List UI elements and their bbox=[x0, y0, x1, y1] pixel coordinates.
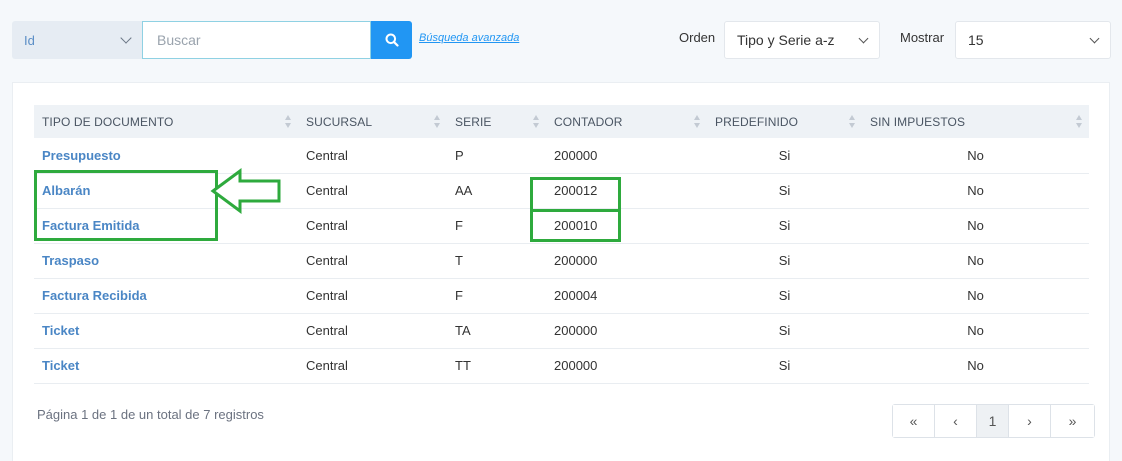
search-field-select[interactable]: Id bbox=[12, 21, 142, 59]
branch-cell: Central bbox=[298, 348, 447, 384]
default-cell: Si bbox=[707, 278, 862, 314]
arrow-left-icon bbox=[210, 168, 281, 214]
document-type-link[interactable]: Traspaso bbox=[34, 243, 298, 279]
default-cell: Si bbox=[707, 138, 862, 174]
search-field-value: Id bbox=[24, 32, 35, 48]
table-header-row: TIPO DE DOCUMENTO SUCURSAL SERIE CONTADO… bbox=[34, 105, 1089, 138]
branch-cell: Central bbox=[298, 208, 447, 244]
tax-free-cell: No bbox=[862, 243, 1089, 279]
order-select[interactable]: Tipo y Serie a-z bbox=[724, 21, 880, 59]
sort-icon bbox=[285, 115, 292, 128]
document-type-link[interactable]: Ticket bbox=[34, 348, 298, 384]
pagination: « ‹ 1 › » bbox=[892, 404, 1095, 438]
search-icon bbox=[385, 33, 399, 47]
branch-cell: Central bbox=[298, 278, 447, 314]
sort-icon bbox=[694, 115, 701, 128]
tax-free-cell: No bbox=[862, 208, 1089, 244]
series-cell: T bbox=[447, 243, 546, 279]
branch-cell: Central bbox=[298, 243, 447, 279]
page-size-value: 15 bbox=[968, 32, 984, 48]
table-row: Ticket Central TT 200000 Si No bbox=[34, 348, 1089, 384]
search-input[interactable] bbox=[142, 21, 371, 59]
column-header-default[interactable]: PREDEFINIDO bbox=[707, 105, 862, 138]
tax-free-cell: No bbox=[862, 138, 1089, 174]
counter-cell: 200000 bbox=[546, 138, 707, 174]
pagination-summary: Página 1 de 1 de un total de 7 registros bbox=[37, 407, 264, 422]
tax-free-cell: No bbox=[862, 278, 1089, 314]
default-cell: Si bbox=[707, 243, 862, 279]
counter-cell: 200000 bbox=[546, 348, 707, 384]
tax-free-cell: No bbox=[862, 348, 1089, 384]
page-1-button[interactable]: 1 bbox=[977, 405, 1009, 437]
page-size-select[interactable]: 15 bbox=[955, 21, 1111, 59]
tax-free-cell: No bbox=[862, 313, 1089, 349]
order-label: Orden bbox=[679, 30, 716, 45]
sort-icon bbox=[1076, 115, 1083, 128]
column-header-counter[interactable]: CONTADOR bbox=[546, 105, 707, 138]
default-cell: Si bbox=[707, 208, 862, 244]
document-type-link[interactable]: Factura Recibida bbox=[34, 278, 298, 314]
column-header-series[interactable]: SERIE bbox=[447, 105, 546, 138]
sort-icon bbox=[533, 115, 540, 128]
counter-cell: 200000 bbox=[546, 243, 707, 279]
column-header-branch[interactable]: SUCURSAL bbox=[298, 105, 447, 138]
default-cell: Si bbox=[707, 348, 862, 384]
series-cell: TA bbox=[447, 313, 546, 349]
last-page-button[interactable]: » bbox=[1051, 405, 1094, 437]
column-header-document-type[interactable]: TIPO DE DOCUMENTO bbox=[34, 105, 298, 138]
tax-free-cell: No bbox=[862, 173, 1089, 209]
table-row: Factura Recibida Central F 200004 Si No bbox=[34, 278, 1089, 314]
annotation-box-document-types bbox=[34, 170, 218, 241]
branch-cell: Central bbox=[298, 173, 447, 209]
first-page-button[interactable]: « bbox=[893, 405, 935, 437]
order-select-value: Tipo y Serie a-z bbox=[737, 32, 835, 48]
table-row: Presupuesto Central P 200000 Si No bbox=[34, 138, 1089, 174]
counter-cell: 200004 bbox=[546, 278, 707, 314]
annotation-divider bbox=[530, 209, 621, 212]
series-cell: F bbox=[447, 278, 546, 314]
chevron-down-icon bbox=[1089, 33, 1100, 43]
results-panel: TIPO DE DOCUMENTO SUCURSAL SERIE CONTADO… bbox=[12, 82, 1110, 461]
document-type-link[interactable]: Ticket bbox=[34, 313, 298, 349]
series-cell: TT bbox=[447, 348, 546, 384]
prev-page-button[interactable]: ‹ bbox=[935, 405, 977, 437]
branch-cell: Central bbox=[298, 313, 447, 349]
table-row: Traspaso Central T 200000 Si No bbox=[34, 243, 1089, 279]
chevron-down-icon bbox=[858, 33, 869, 43]
search-button[interactable] bbox=[371, 21, 412, 59]
table-row: Ticket Central TA 200000 Si No bbox=[34, 313, 1089, 349]
column-header-tax-free[interactable]: SIN IMPUESTOS bbox=[862, 105, 1089, 138]
chevron-down-icon bbox=[120, 32, 132, 44]
default-cell: Si bbox=[707, 173, 862, 209]
counter-cell: 200000 bbox=[546, 313, 707, 349]
default-cell: Si bbox=[707, 313, 862, 349]
advanced-search-link[interactable]: Búsqueda avanzada bbox=[419, 32, 519, 44]
series-cell: P bbox=[447, 138, 546, 174]
sort-icon bbox=[849, 115, 856, 128]
documents-table: TIPO DE DOCUMENTO SUCURSAL SERIE CONTADO… bbox=[34, 105, 1089, 384]
show-label: Mostrar bbox=[900, 30, 945, 45]
branch-cell: Central bbox=[298, 138, 447, 174]
sort-icon bbox=[434, 115, 441, 128]
next-page-button[interactable]: › bbox=[1009, 405, 1051, 437]
